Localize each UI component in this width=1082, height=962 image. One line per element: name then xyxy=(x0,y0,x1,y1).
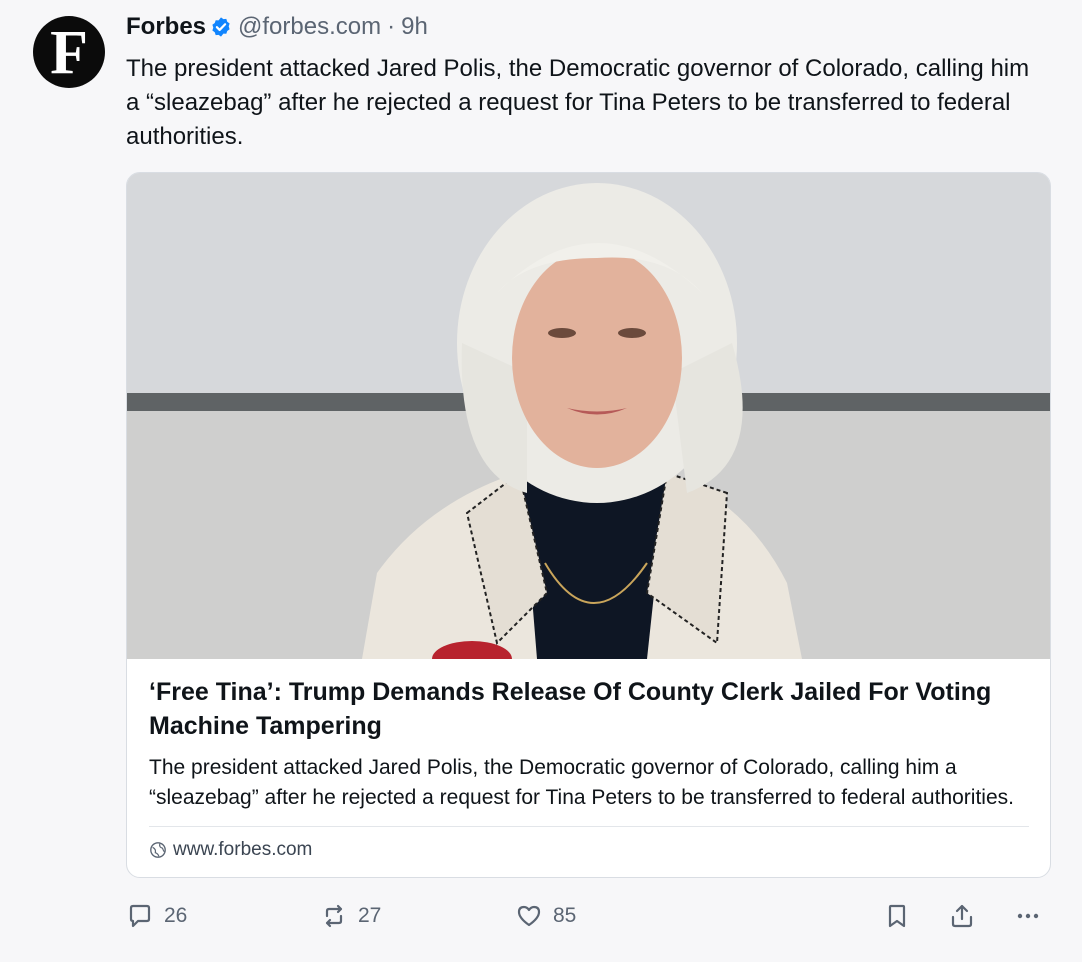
globe-icon xyxy=(150,842,166,858)
link-card-image xyxy=(127,173,1050,677)
like-icon xyxy=(517,905,541,927)
avatar-logo-letter: F xyxy=(50,19,88,87)
link-card-domain[interactable]: www.forbes.com xyxy=(149,839,312,861)
repost-button[interactable]: 27 xyxy=(320,897,381,935)
link-card-divider xyxy=(149,826,1029,827)
bookmark-button[interactable] xyxy=(883,897,911,935)
reply-count: 26 xyxy=(164,904,188,927)
like-button[interactable]: 85 xyxy=(515,897,576,935)
author-display-name[interactable]: Forbes xyxy=(126,13,206,41)
link-card-description: The president attacked Jared Polis, the … xyxy=(149,756,1014,809)
more-icon xyxy=(1017,913,1039,919)
bookmark-icon xyxy=(888,904,906,928)
link-card[interactable]: ‘Free Tina’: Trump Demands Release Of Co… xyxy=(126,172,1051,878)
header-separator: · xyxy=(387,13,396,40)
link-card-domain-text: www.forbes.com xyxy=(173,839,313,860)
reply-icon xyxy=(129,904,151,928)
like-count: 85 xyxy=(553,904,577,927)
author-handle[interactable]: @forbes.com xyxy=(238,13,381,41)
post-text: The president attacked Jared Polis, the … xyxy=(126,55,1030,150)
link-card-title[interactable]: ‘Free Tina’: Trump Demands Release Of Co… xyxy=(149,675,1029,743)
share-icon xyxy=(951,904,973,928)
post: F Forbes @forbes.com · 9h The president … xyxy=(0,0,1082,962)
share-button[interactable] xyxy=(948,897,976,935)
post-header: Forbes @forbes.com · 9h xyxy=(126,10,428,44)
repost-icon xyxy=(325,904,343,928)
repost-count: 27 xyxy=(358,904,382,927)
verified-badge-icon xyxy=(212,17,230,37)
reply-button[interactable]: 26 xyxy=(126,897,187,935)
post-timestamp[interactable]: 9h xyxy=(401,13,428,41)
post-actions: 26 27 85 xyxy=(126,897,1051,935)
more-options-button[interactable] xyxy=(1014,897,1042,935)
avatar[interactable]: F xyxy=(33,16,105,88)
portrait-illustration xyxy=(127,173,1050,677)
